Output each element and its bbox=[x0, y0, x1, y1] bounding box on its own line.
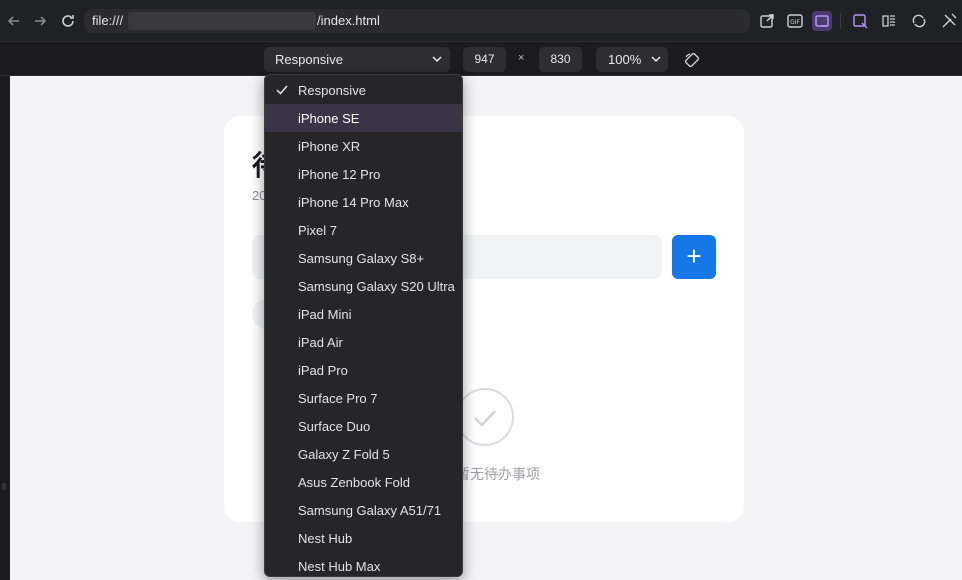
reload-icon[interactable] bbox=[58, 11, 78, 31]
dropdown-item-label: iPhone SE bbox=[298, 111, 360, 126]
dropdown-item[interactable]: Surface Pro 7 bbox=[265, 384, 462, 412]
dimension-separator: × bbox=[518, 52, 525, 64]
dropdown-item[interactable]: Galaxy Z Fold 5 bbox=[265, 440, 462, 468]
tools-icon[interactable] bbox=[939, 11, 959, 31]
dropdown-item-label: iPad Pro bbox=[298, 363, 348, 378]
reader-icon[interactable] bbox=[879, 11, 899, 31]
address-bar[interactable]: file:/// /index.html bbox=[84, 9, 750, 33]
dropdown-item-label: Surface Pro 7 bbox=[298, 391, 378, 406]
dropdown-item[interactable]: iPhone 12 Pro bbox=[265, 160, 462, 188]
dropdown-item-label: Responsive bbox=[298, 83, 366, 98]
dropdown-item-label: Nest Hub bbox=[298, 531, 353, 546]
forward-arrow-icon[interactable] bbox=[30, 11, 50, 31]
svg-text:GIF: GIF bbox=[790, 19, 800, 26]
resize-grip-icon[interactable]: ⦀ bbox=[2, 482, 8, 496]
page-viewport: 待办 20 + 暂无待办事项 bbox=[10, 76, 962, 580]
dropdown-item[interactable]: iPad Pro bbox=[265, 356, 462, 384]
open-external-icon[interactable] bbox=[757, 11, 777, 31]
device-toolbar: Responsive 947 × 830 100% bbox=[0, 42, 962, 76]
dropdown-item-label: Samsung Galaxy S8+ bbox=[298, 251, 425, 266]
dropdown-item-label: Surface Duo bbox=[298, 419, 371, 434]
zoom-select-label: 100% bbox=[608, 52, 642, 67]
add-task-button[interactable]: + bbox=[672, 235, 716, 279]
devtools-edge bbox=[0, 76, 10, 580]
device-select[interactable]: Responsive bbox=[264, 47, 450, 72]
height-input[interactable]: 830 bbox=[539, 47, 582, 72]
dropdown-item[interactable]: Pixel 7 bbox=[265, 216, 462, 244]
dropdown-item-label: Samsung Galaxy A51/71 bbox=[298, 503, 442, 518]
url-prefix: file:/// bbox=[92, 13, 124, 28]
checkmark-icon bbox=[276, 85, 288, 95]
dropdown-item-label: iPad Air bbox=[298, 335, 343, 350]
device-select-label: Responsive bbox=[275, 52, 343, 67]
browser-toolbar: file:/// /index.html GIF bbox=[0, 0, 962, 42]
dropdown-item-label: iPhone 12 Pro bbox=[298, 167, 381, 182]
empty-state-text: 暂无待办事项 bbox=[456, 466, 540, 482]
device-dropdown-menu: Responsive iPhone SE iPhone XR iPhone 12 Pr… bbox=[264, 74, 463, 577]
dropdown-item-label: iPhone 14 Pro Max bbox=[298, 195, 409, 210]
dropdown-item-label: iPad Mini bbox=[298, 307, 352, 322]
dropdown-item[interactable]: Nest Hub bbox=[265, 524, 462, 552]
rotate-device-icon[interactable] bbox=[683, 51, 701, 69]
dropdown-item[interactable]: iPad Air bbox=[265, 328, 462, 356]
dropdown-item[interactable]: iPhone XR bbox=[265, 132, 462, 160]
dropdown-item[interactable]: Asus Zenbook Fold bbox=[265, 468, 462, 496]
gif-record-icon[interactable]: GIF bbox=[785, 11, 805, 31]
dropdown-item[interactable]: Surface Duo bbox=[265, 412, 462, 440]
url-redacted bbox=[128, 12, 316, 30]
dropdown-item[interactable]: Responsive bbox=[265, 76, 462, 104]
zoom-select[interactable]: 100% bbox=[596, 47, 668, 72]
dropdown-item-label: Nest Hub Max bbox=[298, 559, 381, 574]
dropdown-item[interactable]: Samsung Galaxy S20 Ultra bbox=[265, 272, 462, 300]
dropdown-item[interactable]: iPad Mini bbox=[265, 300, 462, 328]
chevron-down-icon bbox=[651, 56, 661, 63]
dropdown-item[interactable]: Samsung Galaxy S8+ bbox=[265, 244, 462, 272]
sync-icon[interactable] bbox=[909, 11, 929, 31]
back-arrow-icon[interactable] bbox=[4, 11, 24, 31]
dropdown-item-label: Galaxy Z Fold 5 bbox=[298, 447, 390, 462]
check-circle-icon bbox=[456, 388, 514, 446]
dropdown-item[interactable]: Samsung Galaxy A51/71 bbox=[265, 496, 462, 524]
url-suffix: /index.html bbox=[317, 13, 380, 28]
dropdown-item-label: iPhone XR bbox=[298, 139, 361, 154]
dropdown-item[interactable]: Nest Hub Max bbox=[265, 552, 462, 576]
screenshot-icon[interactable] bbox=[850, 11, 870, 31]
responsive-mode-icon[interactable] bbox=[812, 11, 832, 31]
dropdown-item-label: Pixel 7 bbox=[298, 223, 338, 238]
chevron-down-icon bbox=[432, 56, 442, 63]
dropdown-item-label: Samsung Galaxy S20 Ultra bbox=[298, 279, 455, 294]
dropdown-item[interactable]: iPhone 14 Pro Max bbox=[265, 188, 462, 216]
dropdown-item[interactable]: iPhone SE bbox=[265, 104, 462, 132]
toolbar-divider bbox=[840, 13, 841, 29]
dropdown-item-label: Asus Zenbook Fold bbox=[298, 475, 411, 490]
width-input[interactable]: 947 bbox=[463, 47, 506, 72]
